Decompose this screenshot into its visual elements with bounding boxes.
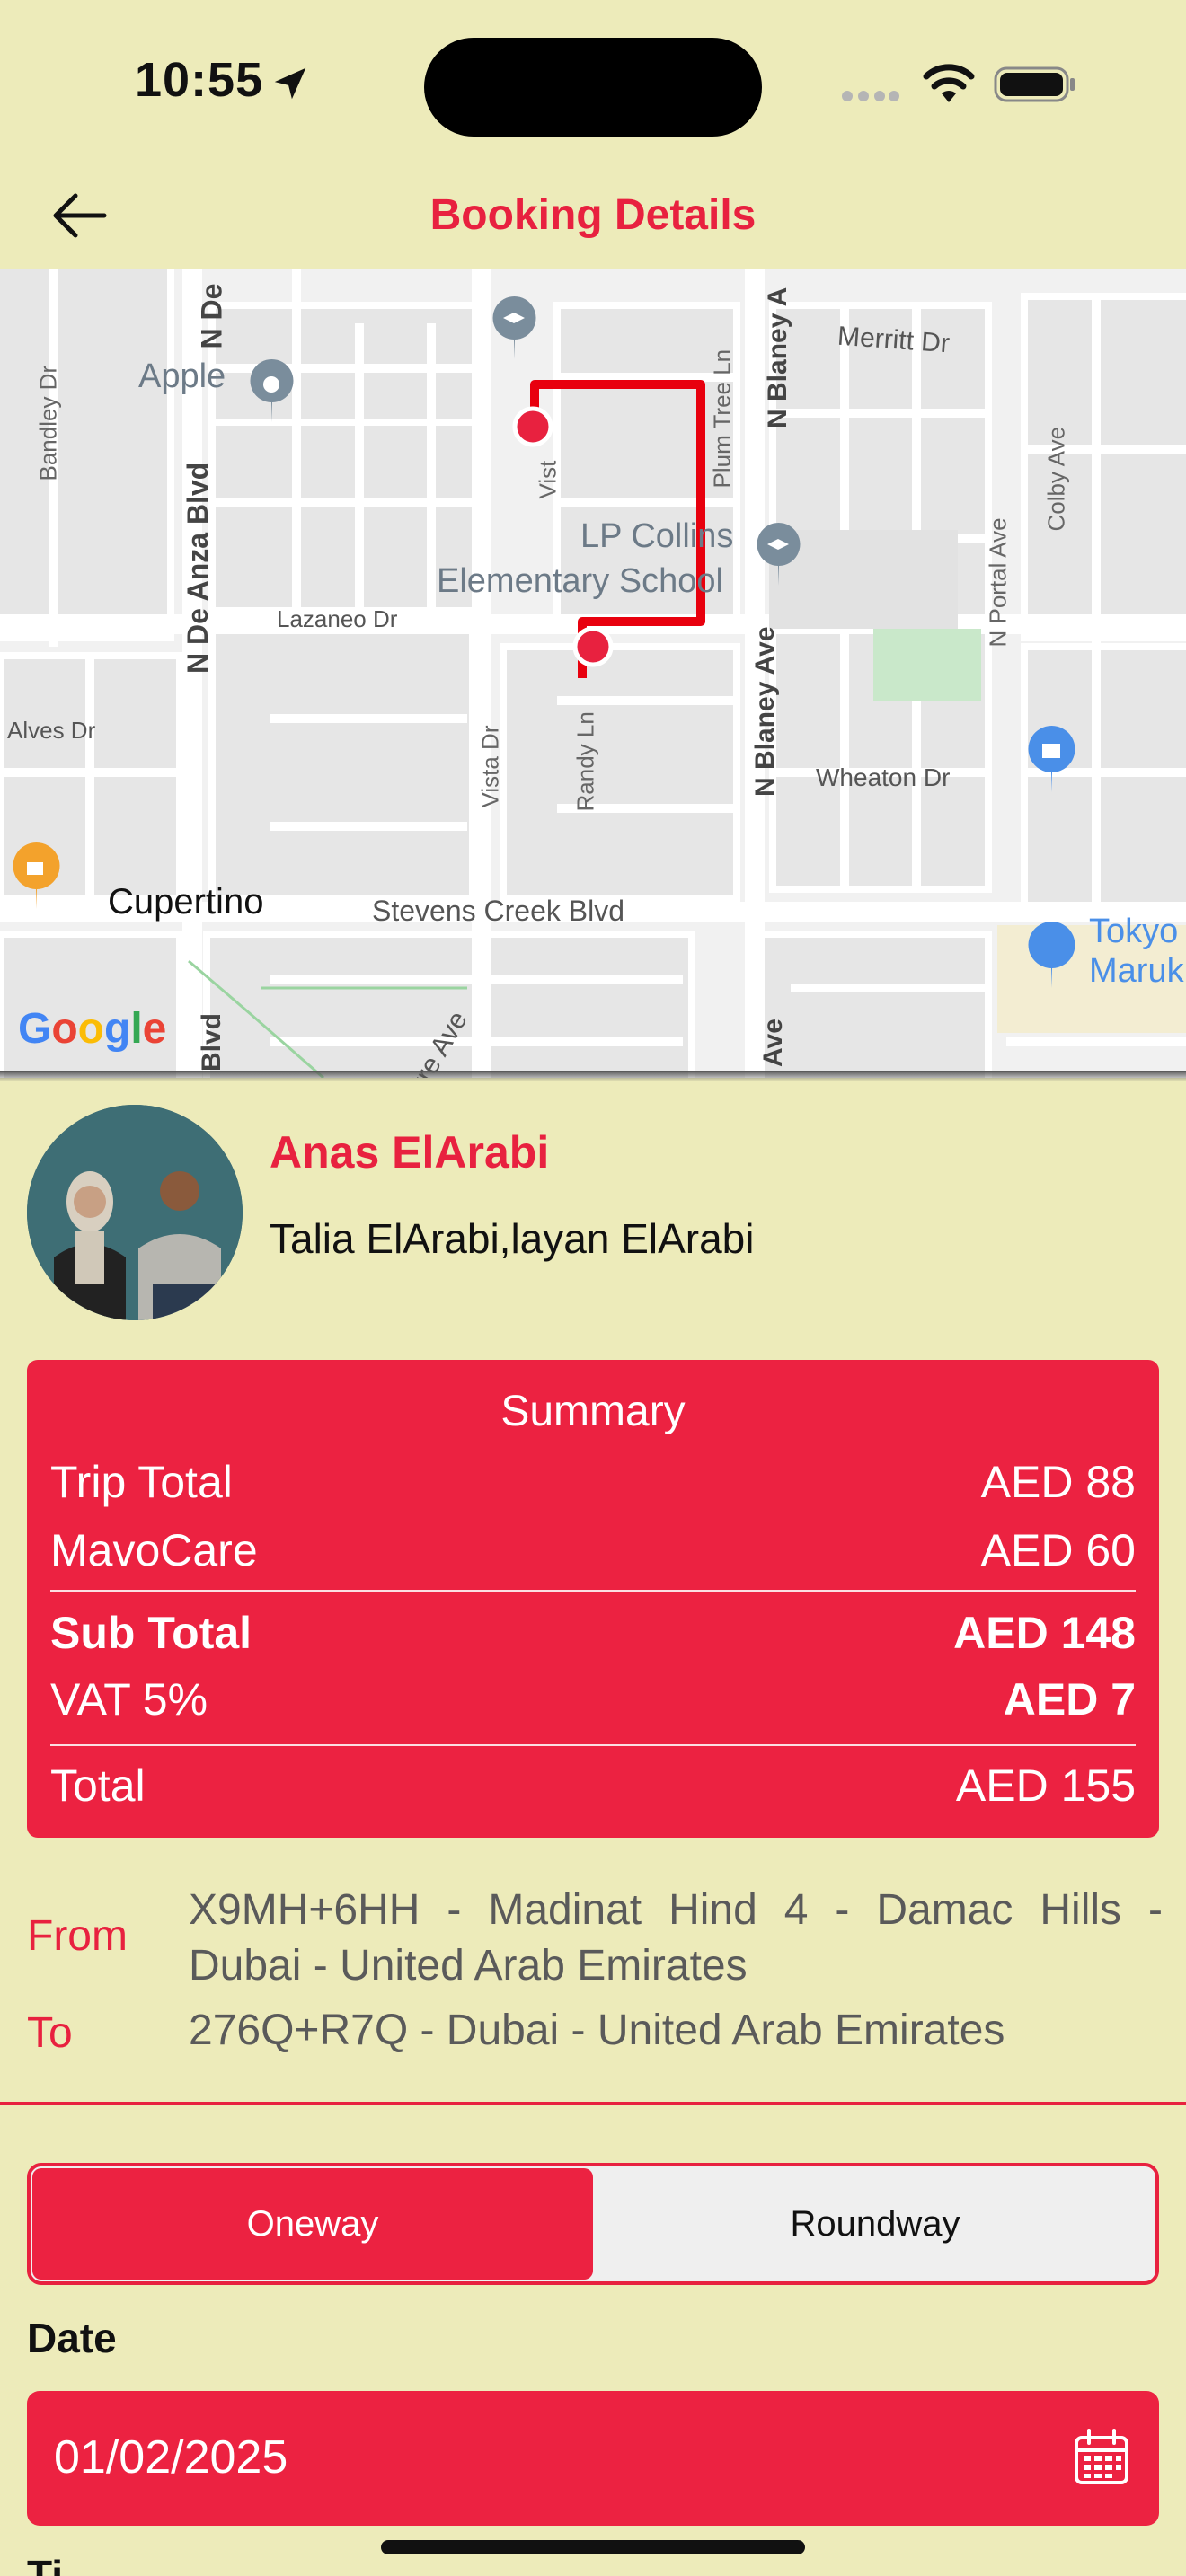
map-label-plum-tree: Plum Tree Ln: [708, 348, 736, 489]
date-field[interactable]: 01/02/2025: [27, 2391, 1159, 2526]
map-label-lazaneo: Lazaneo Dr: [277, 605, 398, 632]
summary-value: AED 60: [980, 1525, 1136, 1575]
passenger-names: Talia ElArabi,layan ElArabi: [270, 1215, 755, 1262]
wifi-icon: [923, 64, 975, 102]
map-label-bandley: Bandley Dr: [34, 365, 62, 481]
dynamic-island: [424, 38, 762, 137]
google-logo: Google: [18, 1005, 167, 1053]
summary-row-vat: VAT 5% AED 7: [50, 1671, 1136, 1728]
map-label-ave-bottom: Ave: [758, 1019, 788, 1067]
to-address: 276Q+R7Q - Dubai - United Arab Emirates: [189, 2007, 1005, 2054]
map-label-de-anza: N De Anza Blvd: [181, 462, 214, 674]
map-label-cupertino: Cupertino: [108, 882, 264, 922]
map-label-vista: Vista Dr: [476, 725, 504, 808]
battery-icon: [994, 66, 1075, 102]
map-label-tokyo-2: Maruk: [1089, 952, 1184, 990]
summary-title: Summary: [500, 1388, 686, 1435]
map-label-tokyo: Tokyo: [1089, 913, 1179, 950]
location-arrow-icon: [274, 67, 306, 100]
summary-label: Sub Total: [50, 1608, 252, 1658]
map-label-lp-collins-2: Elementary School: [437, 562, 723, 600]
summary-row-sub-total: Sub Total AED 148: [50, 1604, 1136, 1662]
calendar-icon[interactable]: [1071, 2427, 1132, 2488]
trip-type-toggle: Oneway Roundway: [27, 2163, 1159, 2285]
status-time: 10:55: [135, 53, 264, 107]
map-label-alves: Alves Dr: [7, 717, 96, 744]
signal-dots-icon: [842, 91, 899, 101]
home-indicator: [381, 2540, 805, 2554]
map-label-apple: Apple: [138, 357, 226, 395]
map-label-blvd-bottom: Blvd: [197, 1012, 226, 1072]
map-label-randy: Randy Ln: [571, 711, 599, 812]
summary-label: VAT 5%: [50, 1674, 208, 1725]
time-label-partial: Ti: [27, 2552, 64, 2576]
summary-card: Summary Trip Total AED 88 MavoCare AED 6…: [27, 1360, 1159, 1838]
map-label-portal: N Portal Ave: [984, 517, 1012, 648]
page-title: Booking Details: [429, 191, 757, 239]
map-label-vista-short: Vist: [534, 460, 562, 499]
roundway-option[interactable]: Roundway: [595, 2166, 1155, 2281]
map-label-blaney-top: N Blaney A: [763, 287, 792, 428]
map-label-lp-collins: LP Collins: [580, 517, 734, 555]
summary-value: AED 88: [980, 1457, 1136, 1507]
summary-divider: [50, 1744, 1136, 1746]
map-label-stevens-creek: Stevens Creek Blvd: [372, 895, 625, 927]
summary-value: AED 148: [953, 1608, 1136, 1658]
avatar-photo: [27, 1105, 243, 1320]
summary-divider: [50, 1590, 1136, 1592]
map-label-blaney: N Blaney Ave: [750, 626, 780, 797]
from-address: X9MH+6HH - Madinat Hind 4 - Damac Hills …: [189, 1886, 1163, 1989]
summary-row-total: Total AED 155: [50, 1757, 1136, 1814]
date-label: Date: [27, 2315, 117, 2361]
summary-row-mavocare: MavoCare AED 60: [50, 1522, 1136, 1579]
from-label: From: [27, 1912, 128, 1960]
summary-label: Total: [50, 1760, 146, 1811]
date-value: 01/02/2025: [54, 2431, 288, 2483]
map-bottom-edge: [0, 1071, 1186, 1081]
summary-label: MavoCare: [50, 1525, 258, 1575]
driver-name: Anas ElArabi: [270, 1127, 550, 1178]
map-label-colby: Colby Ave: [1042, 426, 1070, 532]
summary-value: AED 7: [1003, 1674, 1136, 1725]
summary-label: Trip Total: [50, 1457, 233, 1507]
to-label: To: [27, 2009, 73, 2057]
summary-value: AED 155: [955, 1760, 1136, 1811]
route-map[interactable]: Apple Merritt Dr Bandley Dr N De Anza Bl…: [0, 269, 1186, 1078]
map-label-wheaton: Wheaton Dr: [816, 763, 951, 791]
nav-bar: Booking Details: [0, 162, 1186, 269]
summary-row-trip-total: Trip Total AED 88: [50, 1453, 1136, 1511]
oneway-option[interactable]: Oneway: [32, 2168, 593, 2280]
status-bar: 10:55: [0, 0, 1186, 162]
avatar: [27, 1105, 243, 1320]
map-label-de-anza-top: N De: [195, 283, 228, 349]
section-divider: [0, 2102, 1186, 2105]
